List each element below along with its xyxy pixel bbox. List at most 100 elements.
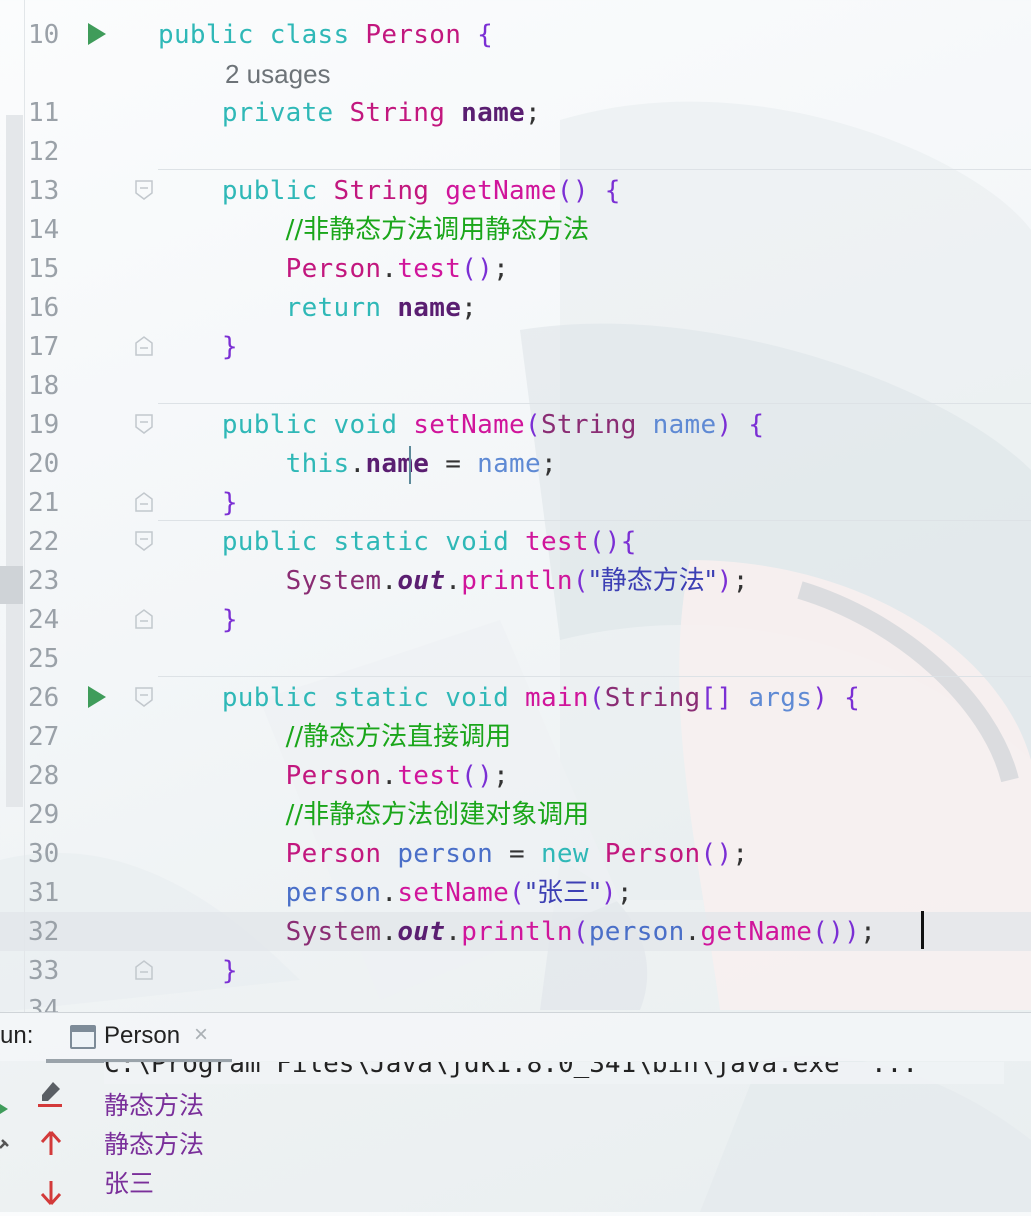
line-number[interactable]: 10 xyxy=(28,16,72,55)
code-token: . xyxy=(381,878,398,908)
code-line[interactable]: 20 this.name = name; xyxy=(0,445,1031,484)
fold-open-icon[interactable] xyxy=(134,413,154,435)
fold-open-icon[interactable] xyxy=(134,686,154,708)
code-line[interactable]: 31 person.setName("张三"); xyxy=(0,874,1031,913)
code-text[interactable]: } xyxy=(158,484,238,523)
code-line[interactable]: 17 } xyxy=(0,328,1031,367)
run-class-icon[interactable] xyxy=(88,23,106,45)
line-number[interactable]: 19 xyxy=(28,406,72,445)
line-number[interactable]: 24 xyxy=(28,601,72,640)
fold-close-icon[interactable] xyxy=(134,335,154,357)
code-line[interactable]: 29 //非静态方法创建对象调用 xyxy=(0,796,1031,835)
code-line[interactable]: 22 public static void test(){ xyxy=(0,523,1031,562)
code-line[interactable]: 16 return name; xyxy=(0,289,1031,328)
line-number[interactable]: 26 xyxy=(28,679,72,718)
line-number[interactable]: 15 xyxy=(28,250,72,289)
code-token: private xyxy=(221,98,350,128)
code-text[interactable]: this.name = name; xyxy=(158,445,557,484)
code-text[interactable]: person.setName("张三"); xyxy=(158,874,633,913)
line-number[interactable]: 17 xyxy=(28,328,72,367)
code-text[interactable]: } xyxy=(158,601,238,640)
code-text[interactable]: Person person = new Person(); xyxy=(158,835,748,874)
code-line[interactable]: 15 Person.test(); xyxy=(0,250,1031,289)
line-number[interactable]: 29 xyxy=(28,796,72,835)
code-token: String xyxy=(333,176,446,206)
fold-close-icon[interactable] xyxy=(134,608,154,630)
code-line[interactable]: 32 System.out.println(person.getName()); xyxy=(0,913,1031,952)
code-text[interactable]: System.out.println(person.getName()); xyxy=(158,913,876,952)
run-tab-person[interactable]: Person × xyxy=(46,1013,232,1063)
code-line[interactable]: 19 public void setName(String name) { xyxy=(0,406,1031,445)
code-line[interactable]: 25 xyxy=(0,640,1031,679)
code-text[interactable]: public void setName(String name) { xyxy=(158,406,764,445)
line-number[interactable]: 16 xyxy=(28,289,72,328)
line-number[interactable]: 18 xyxy=(28,367,72,406)
code-line[interactable]: 11 private String name; xyxy=(0,94,1031,133)
line-number[interactable]: 12 xyxy=(28,133,72,172)
line-number[interactable]: 28 xyxy=(28,757,72,796)
code-token: setName xyxy=(413,410,525,440)
method-separator xyxy=(158,403,1031,404)
code-text[interactable]: } xyxy=(158,952,238,991)
code-text[interactable]: public String getName() { xyxy=(158,172,621,211)
code-text[interactable]: } xyxy=(158,328,238,367)
code-line[interactable]: 24 } xyxy=(0,601,1031,640)
rerun-icon[interactable] xyxy=(0,1104,8,1114)
code-line[interactable]: 14 //非静态方法调用静态方法 xyxy=(0,211,1031,250)
code-text[interactable]: public static void test(){ xyxy=(158,523,637,562)
line-number[interactable]: 13 xyxy=(28,172,72,211)
wrench-icon[interactable] xyxy=(0,1139,9,1149)
code-text[interactable]: public class Person { xyxy=(158,16,493,55)
code-text[interactable]: //非静态方法调用静态方法 xyxy=(158,211,590,250)
code-text[interactable]: System.out.println("静态方法"); xyxy=(158,562,749,601)
arrow-up-icon[interactable] xyxy=(36,1128,66,1158)
code-line[interactable]: 12 xyxy=(0,133,1031,172)
line-number[interactable]: 21 xyxy=(28,484,72,523)
code-line[interactable]: 30 Person person = new Person(); xyxy=(0,835,1031,874)
code-line[interactable]: 21 } xyxy=(0,484,1031,523)
code-text[interactable]: private String name; xyxy=(158,94,541,133)
line-number[interactable]: 31 xyxy=(28,874,72,913)
code-line[interactable]: 28 Person.test(); xyxy=(0,757,1031,796)
code-line[interactable]: 27 //静态方法直接调用 xyxy=(0,718,1031,757)
line-number[interactable]: 23 xyxy=(28,562,72,601)
code-token: ; xyxy=(524,98,541,128)
console-command-text: C:\Program Files\Java\jdk1.8.0_341\bin\j… xyxy=(104,1062,918,1079)
code-text[interactable]: return name; xyxy=(158,289,477,328)
fold-close-icon[interactable] xyxy=(134,959,154,981)
usages-hint[interactable]: 2 usages xyxy=(225,55,331,94)
line-number[interactable]: 11 xyxy=(28,94,72,133)
code-line[interactable]: 26 public static void main(String[] args… xyxy=(0,679,1031,718)
code-text[interactable]: //非静态方法创建对象调用 xyxy=(158,796,590,835)
line-number[interactable]: 34 xyxy=(28,991,72,1012)
arrow-down-icon[interactable] xyxy=(36,1178,66,1208)
code-editor[interactable]: 2 usages 10 public class Person { 11 priva… xyxy=(0,0,1031,1012)
line-number[interactable]: 33 xyxy=(28,952,72,991)
code-text[interactable]: //静态方法直接调用 xyxy=(158,718,512,757)
code-line[interactable]: 10 public class Person { xyxy=(0,16,1031,55)
code-line[interactable]: 18 xyxy=(0,367,1031,406)
fold-close-icon[interactable] xyxy=(134,491,154,513)
close-tab-icon[interactable]: × xyxy=(194,1021,208,1049)
code-token: args xyxy=(748,683,813,713)
code-text[interactable]: public static void main(String[] args) { xyxy=(158,679,860,718)
line-number[interactable]: 14 xyxy=(28,211,72,250)
line-number[interactable]: 25 xyxy=(28,640,72,679)
line-number[interactable]: 20 xyxy=(28,445,72,484)
code-line[interactable]: 33 } xyxy=(0,952,1031,991)
code-line[interactable]: 34 xyxy=(0,991,1031,1012)
code-text[interactable]: Person.test(); xyxy=(158,757,509,796)
line-number[interactable]: 27 xyxy=(28,718,72,757)
code-token: } xyxy=(221,956,238,986)
line-number[interactable]: 22 xyxy=(28,523,72,562)
line-number[interactable]: 32 xyxy=(28,913,72,952)
fold-open-icon[interactable] xyxy=(134,530,154,552)
code-line[interactable]: 23 System.out.println("静态方法"); xyxy=(0,562,1031,601)
fold-open-icon[interactable] xyxy=(134,179,154,201)
edit-config-icon[interactable] xyxy=(36,1078,66,1108)
code-text[interactable]: Person.test(); xyxy=(158,250,509,289)
run-main-icon[interactable] xyxy=(88,686,106,708)
line-number[interactable]: 30 xyxy=(28,835,72,874)
code-line[interactable]: 13 public String getName() { xyxy=(0,172,1031,211)
